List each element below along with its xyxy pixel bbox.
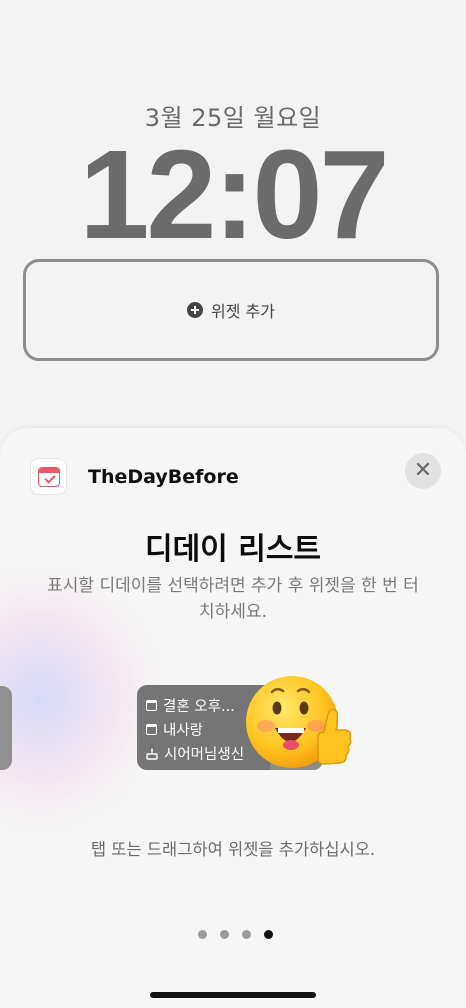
add-widget-slot[interactable]: 위젯 추가 [23, 259, 439, 361]
close-icon: ✕ [413, 458, 433, 483]
close-button[interactable]: ✕ [405, 453, 441, 489]
page-dot-active[interactable] [264, 930, 273, 939]
home-indicator[interactable] [150, 992, 316, 998]
widget-gallery-sheet: TheDayBefore ✕ 디데이 리스트 표시할 디데이를 선택하려면 추가… [0, 428, 466, 1008]
previous-widget-card[interactable] [0, 686, 12, 770]
page-dot[interactable] [242, 930, 251, 939]
preview-row-label: 내사랑 [163, 723, 204, 739]
preview-row: 내사랑 [146, 719, 203, 740]
preview-row-label: 시어머님생신 [164, 747, 245, 763]
plus-circle-icon [187, 302, 204, 318]
calendar-icon [146, 700, 157, 711]
thumbs-up-emoji-icon [246, 676, 352, 768]
cake-icon [146, 748, 158, 760]
hint-text: 탭 또는 드래그하여 위젯을 추가하십시오. [90, 840, 376, 859]
app-name: TheDayBefore [88, 466, 239, 488]
add-widget-label: 위젯 추가 [211, 302, 275, 321]
calendar-check-icon [38, 467, 60, 487]
widget-description: 표시할 디데이를 선택하려면 추가 후 위젯을 한 번 터치하세요. [47, 576, 419, 622]
preview-row: 결혼 오후... [146, 695, 235, 716]
widget-title: 디데이 리스트 [144, 532, 322, 567]
preview-row: 시어머님생신 [146, 743, 244, 764]
lock-time: 12:07 [79, 124, 389, 265]
calendar-icon [146, 724, 157, 735]
page-dot[interactable] [220, 930, 229, 939]
page-dot[interactable] [198, 930, 207, 939]
page-indicator[interactable] [198, 930, 273, 939]
preview-row-label: 결혼 오후... [163, 699, 235, 715]
app-icon [30, 458, 67, 495]
